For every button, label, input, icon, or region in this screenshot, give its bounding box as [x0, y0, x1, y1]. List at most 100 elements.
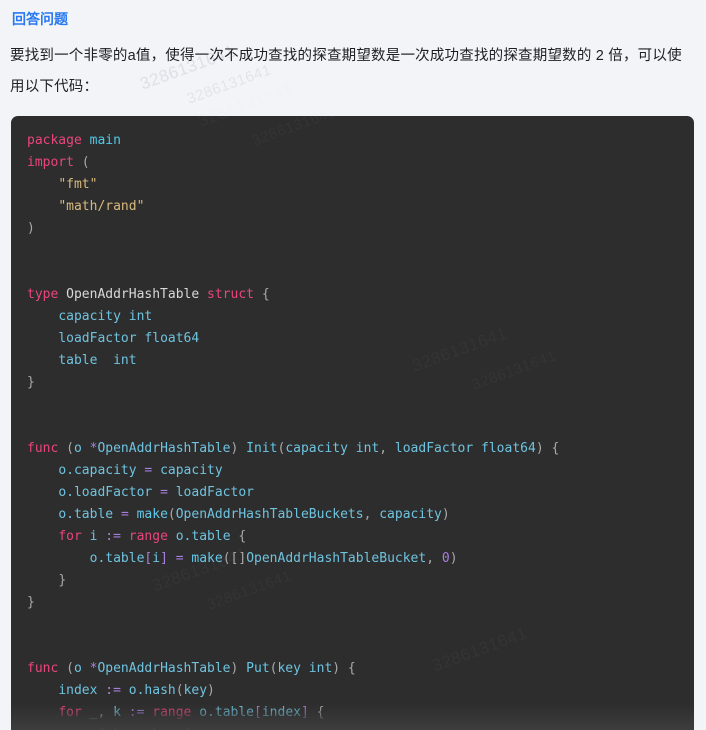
- code-token: Init: [246, 441, 278, 456]
- code-token: index: [58, 683, 98, 698]
- code-token: ,: [426, 551, 442, 566]
- code-token: make: [136, 507, 168, 522]
- code-token: o.table: [199, 705, 255, 720]
- code-token: loadFactor: [394, 441, 474, 456]
- code-token: =: [175, 551, 184, 566]
- code-token: index: [261, 705, 301, 720]
- code-token: Put: [246, 661, 270, 676]
- code-token: k: [113, 705, 121, 720]
- code-token: {: [230, 529, 247, 544]
- code-token: ,: [379, 441, 395, 456]
- code-scroll-area[interactable]: package main import ( "fmt" "math/rand" …: [11, 116, 694, 730]
- code-block[interactable]: package main import ( "fmt" "math/rand" …: [11, 116, 694, 730]
- code-token: ]: [160, 551, 168, 566]
- question-header: 回答问题: [0, 0, 706, 29]
- code-token: float64: [481, 441, 536, 456]
- code-token: int: [128, 309, 153, 324]
- code-token: :=: [105, 529, 121, 544]
- code-token: OpenAddrHashTableBuckets: [175, 507, 364, 522]
- code-token: =: [120, 507, 129, 522]
- code-token: import: [27, 155, 74, 170]
- code-token: o: [73, 661, 82, 676]
- code-token: make: [191, 551, 223, 566]
- code-token: ): [230, 441, 247, 456]
- code-token: func: [27, 441, 59, 456]
- code-token: }: [27, 595, 35, 610]
- code-token: ) {: [535, 441, 560, 456]
- code-token: (: [167, 507, 176, 522]
- code-token: capacity: [379, 507, 442, 522]
- code-token: package: [27, 133, 82, 148]
- code-token: key: [183, 683, 208, 698]
- code-token: _: [89, 705, 98, 720]
- code-token: o.table: [58, 507, 114, 522]
- code-token: o.table: [175, 529, 231, 544]
- code-token: }: [58, 573, 67, 588]
- code-token: int: [113, 353, 137, 368]
- code-token: loadFactor: [175, 485, 254, 500]
- code-token: ,: [97, 705, 114, 720]
- code-token: for: [58, 529, 82, 544]
- code-token: {: [261, 287, 270, 302]
- code-token: OpenAddrHashTable: [97, 661, 231, 676]
- code-token: type: [27, 287, 59, 302]
- code-token: ): [207, 683, 215, 698]
- code-token: ): [27, 221, 35, 236]
- code-token: o.hash: [128, 683, 176, 698]
- code-token: float64: [144, 331, 200, 346]
- code-token: o.table: [89, 551, 145, 566]
- code-token: func: [27, 661, 59, 676]
- code-token: "math/rand": [58, 199, 145, 214]
- code-token: int: [355, 441, 380, 456]
- code-token: loadFactor: [58, 331, 137, 346]
- question-body: 要找到一个非零的a值，使得一次不成功查找的探查期望数是一次成功查找的探查期望数的…: [0, 29, 706, 103]
- code-token: OpenAddrHashTable: [97, 441, 231, 456]
- code-token: ): [449, 551, 458, 566]
- code-token: o.capacity: [58, 463, 137, 478]
- code-token: i: [152, 551, 161, 566]
- code-token: int: [308, 661, 333, 676]
- code-token: ([]: [222, 551, 247, 566]
- code-token: capacity: [285, 441, 348, 456]
- code-token: (: [58, 661, 74, 676]
- code-token: (: [58, 441, 74, 456]
- code-token: "fmt": [58, 177, 98, 192]
- code-token: capacity: [160, 463, 223, 478]
- code-token: for: [58, 705, 82, 720]
- code-token: ]: [300, 705, 309, 720]
- code-token: {: [308, 705, 325, 720]
- code-token: :=: [105, 683, 121, 698]
- page-title: 回答问题: [12, 11, 68, 27]
- code-token: OpenAddrHashTableBucket: [246, 551, 427, 566]
- code-token: key: [277, 661, 301, 676]
- code-token: =: [160, 485, 168, 500]
